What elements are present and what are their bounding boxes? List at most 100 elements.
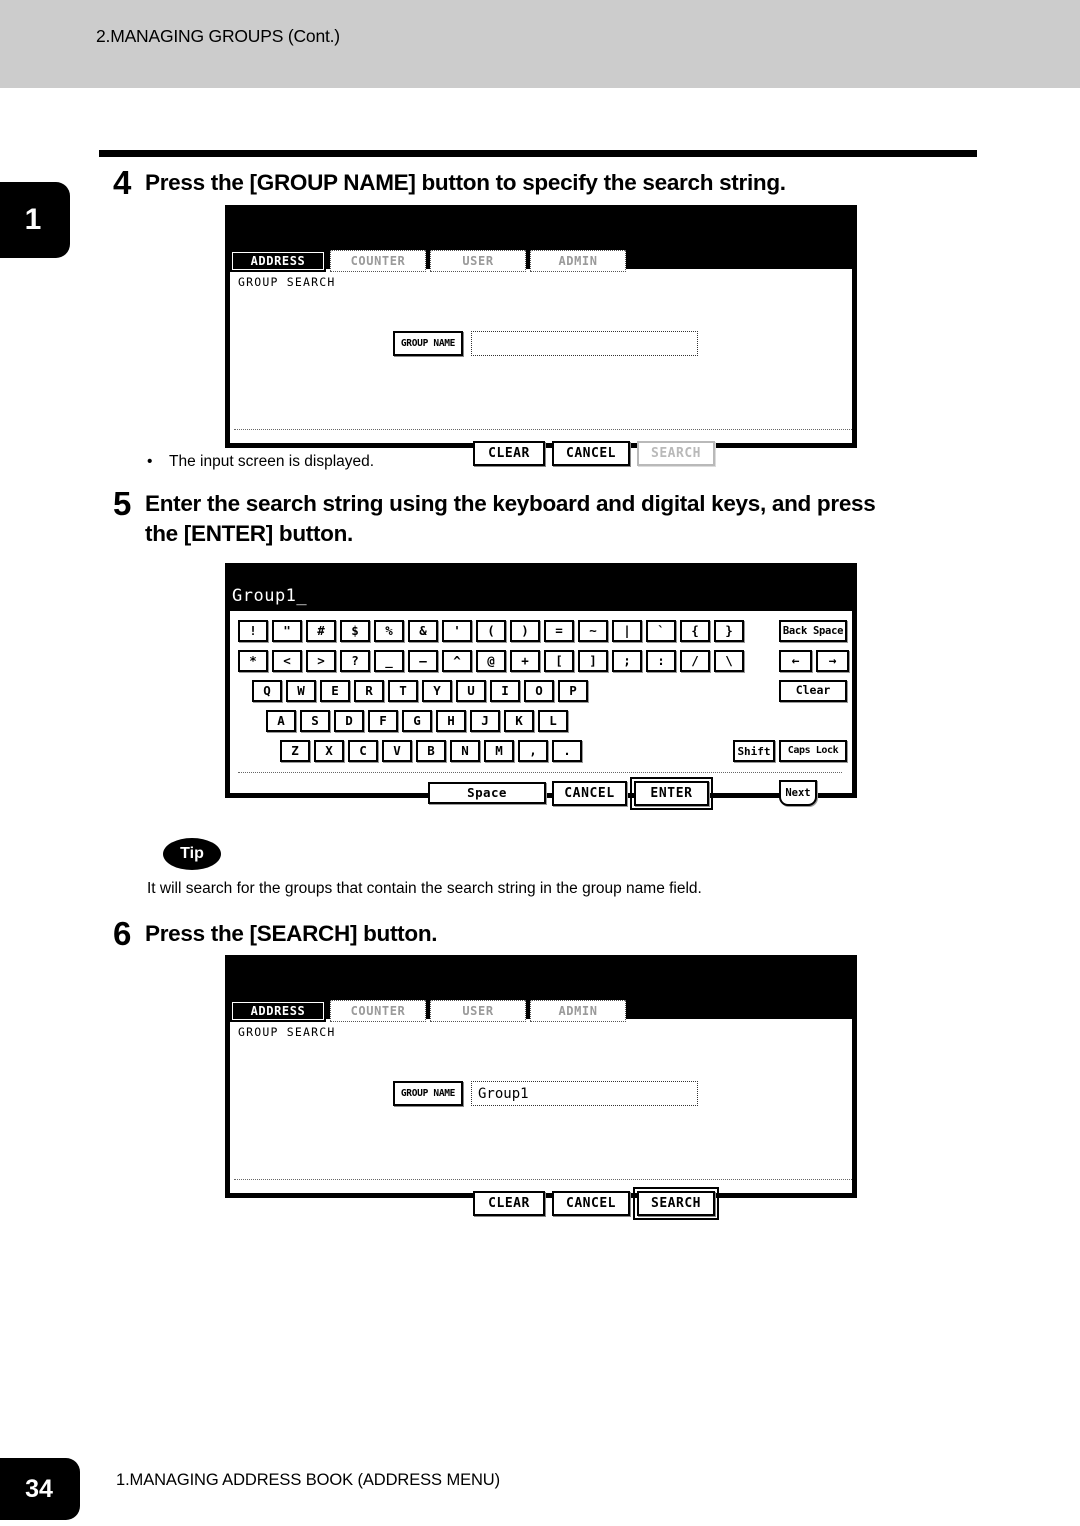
group-name-button[interactable]: GROUP NAME — [393, 1081, 463, 1106]
key-u[interactable]: U — [456, 680, 486, 702]
key-backslash[interactable]: \ — [714, 650, 744, 672]
key-f[interactable]: F — [368, 710, 398, 732]
keyboard-divider — [238, 772, 842, 773]
group-name-input[interactable] — [471, 331, 698, 356]
arrow-right-icon[interactable]: → — [816, 650, 849, 672]
key-s[interactable]: S — [300, 710, 330, 732]
footer-page-number: 34 — [0, 1458, 80, 1520]
key-t[interactable]: T — [388, 680, 418, 702]
key-tilde[interactable]: ~ — [578, 620, 608, 642]
key-semicolon[interactable]: ; — [612, 650, 642, 672]
key-caret[interactable]: ^ — [442, 650, 472, 672]
key-h[interactable]: H — [436, 710, 466, 732]
key-y[interactable]: Y — [422, 680, 452, 702]
clear-button[interactable]: CLEAR — [473, 441, 545, 466]
key-comma[interactable]: , — [518, 740, 548, 762]
key-q[interactable]: Q — [252, 680, 282, 702]
key-o[interactable]: O — [524, 680, 554, 702]
key-quote[interactable]: " — [272, 620, 302, 642]
key-period[interactable]: . — [552, 740, 582, 762]
lcd-body: GROUP SEARCH GROUP NAME CLEAR CANCEL SEA… — [229, 268, 853, 466]
lcd-divider — [234, 429, 852, 430]
tab-address[interactable]: ADDRESS — [230, 250, 326, 272]
cancel-button[interactable]: CANCEL — [552, 441, 630, 466]
tab-counter[interactable]: COUNTER — [330, 1000, 426, 1022]
key-n[interactable]: N — [450, 740, 480, 762]
keyboard-row-asdf: A S D F G H J K L — [266, 710, 568, 732]
key-brace-open[interactable]: { — [680, 620, 710, 642]
key-bracket-close[interactable]: ] — [578, 650, 608, 672]
key-slash[interactable]: / — [680, 650, 710, 672]
key-plus[interactable]: + — [510, 650, 540, 672]
lcd-divider — [234, 1179, 852, 1180]
key-question[interactable]: ? — [340, 650, 370, 672]
key-apostrophe[interactable]: ' — [442, 620, 472, 642]
key-dash[interactable]: — — [408, 650, 438, 672]
keyboard-row-zxcv: Z X C V B N M , . — [280, 740, 582, 762]
chapter-thumb-tab: 1 — [0, 182, 70, 258]
key-i[interactable]: I — [490, 680, 520, 702]
tab-address[interactable]: ADDRESS — [230, 1000, 326, 1022]
screen-label: GROUP SEARCH — [238, 1025, 336, 1039]
group-name-button[interactable]: GROUP NAME — [393, 331, 463, 356]
key-hash[interactable]: # — [306, 620, 336, 642]
key-bracket-open[interactable]: [ — [544, 650, 574, 672]
tip-badge: Tip — [163, 838, 221, 870]
key-underscore[interactable]: _ — [374, 650, 404, 672]
key-d[interactable]: D — [334, 710, 364, 732]
tab-admin[interactable]: ADMIN — [530, 250, 626, 272]
tab-user[interactable]: USER — [430, 250, 526, 272]
search-button[interactable]: SEARCH — [633, 1187, 719, 1220]
key-paren-close[interactable]: ) — [510, 620, 540, 642]
key-clear[interactable]: Clear — [779, 680, 847, 702]
key-asterisk[interactable]: * — [238, 650, 268, 672]
key-e[interactable]: E — [320, 680, 350, 702]
cancel-button[interactable]: CANCEL — [552, 1191, 630, 1216]
key-k[interactable]: K — [504, 710, 534, 732]
key-z[interactable]: Z — [280, 740, 310, 762]
key-caps-lock[interactable]: Caps Lock — [779, 740, 847, 762]
keyboard-cancel-button[interactable]: CANCEL — [552, 781, 627, 806]
lcd-tab-bar: ADDRESS COUNTER USER ADMIN — [230, 250, 626, 272]
keyboard-next-button[interactable]: Next — [779, 780, 817, 806]
key-percent[interactable]: % — [374, 620, 404, 642]
keyboard-enter-button[interactable]: ENTER — [630, 777, 713, 810]
key-c[interactable]: C — [348, 740, 378, 762]
tab-admin[interactable]: ADMIN — [530, 1000, 626, 1022]
arrow-left-icon[interactable]: ← — [779, 650, 812, 672]
key-a[interactable]: A — [266, 710, 296, 732]
tab-user[interactable]: USER — [430, 1000, 526, 1022]
key-ampersand[interactable]: & — [408, 620, 438, 642]
key-m[interactable]: M — [484, 740, 514, 762]
key-backtick[interactable]: ` — [646, 620, 676, 642]
key-brace-close[interactable]: } — [714, 620, 744, 642]
key-at[interactable]: @ — [476, 650, 506, 672]
key-dollar[interactable]: $ — [340, 620, 370, 642]
key-space[interactable]: Space — [428, 782, 546, 804]
key-w[interactable]: W — [286, 680, 316, 702]
key-exclam[interactable]: ! — [238, 620, 268, 642]
page-header-title: 2.MANAGING GROUPS (Cont.) — [96, 26, 340, 46]
clear-button[interactable]: CLEAR — [473, 1191, 545, 1216]
key-l[interactable]: L — [538, 710, 568, 732]
group-name-input[interactable]: Group1 — [471, 1081, 698, 1106]
key-shift[interactable]: Shift — [733, 740, 775, 762]
key-colon[interactable]: : — [646, 650, 676, 672]
key-r[interactable]: R — [354, 680, 384, 702]
key-g[interactable]: G — [402, 710, 432, 732]
step-5-line1: Enter the search string using the keyboa… — [145, 491, 876, 516]
key-equals[interactable]: = — [544, 620, 574, 642]
key-p[interactable]: P — [558, 680, 588, 702]
key-paren-open[interactable]: ( — [476, 620, 506, 642]
keyboard-row-symbols-1: ! " # $ % & ' ( ) = ~ | ` { } — [238, 620, 744, 642]
key-b[interactable]: B — [416, 740, 446, 762]
key-pipe[interactable]: | — [612, 620, 642, 642]
key-greater-than[interactable]: > — [306, 650, 336, 672]
key-v[interactable]: V — [382, 740, 412, 762]
key-back-space[interactable]: Back Space — [779, 620, 847, 642]
key-x[interactable]: X — [314, 740, 344, 762]
key-less-than[interactable]: < — [272, 650, 302, 672]
key-j[interactable]: J — [470, 710, 500, 732]
section-rule — [99, 150, 977, 157]
tab-counter[interactable]: COUNTER — [330, 250, 426, 272]
